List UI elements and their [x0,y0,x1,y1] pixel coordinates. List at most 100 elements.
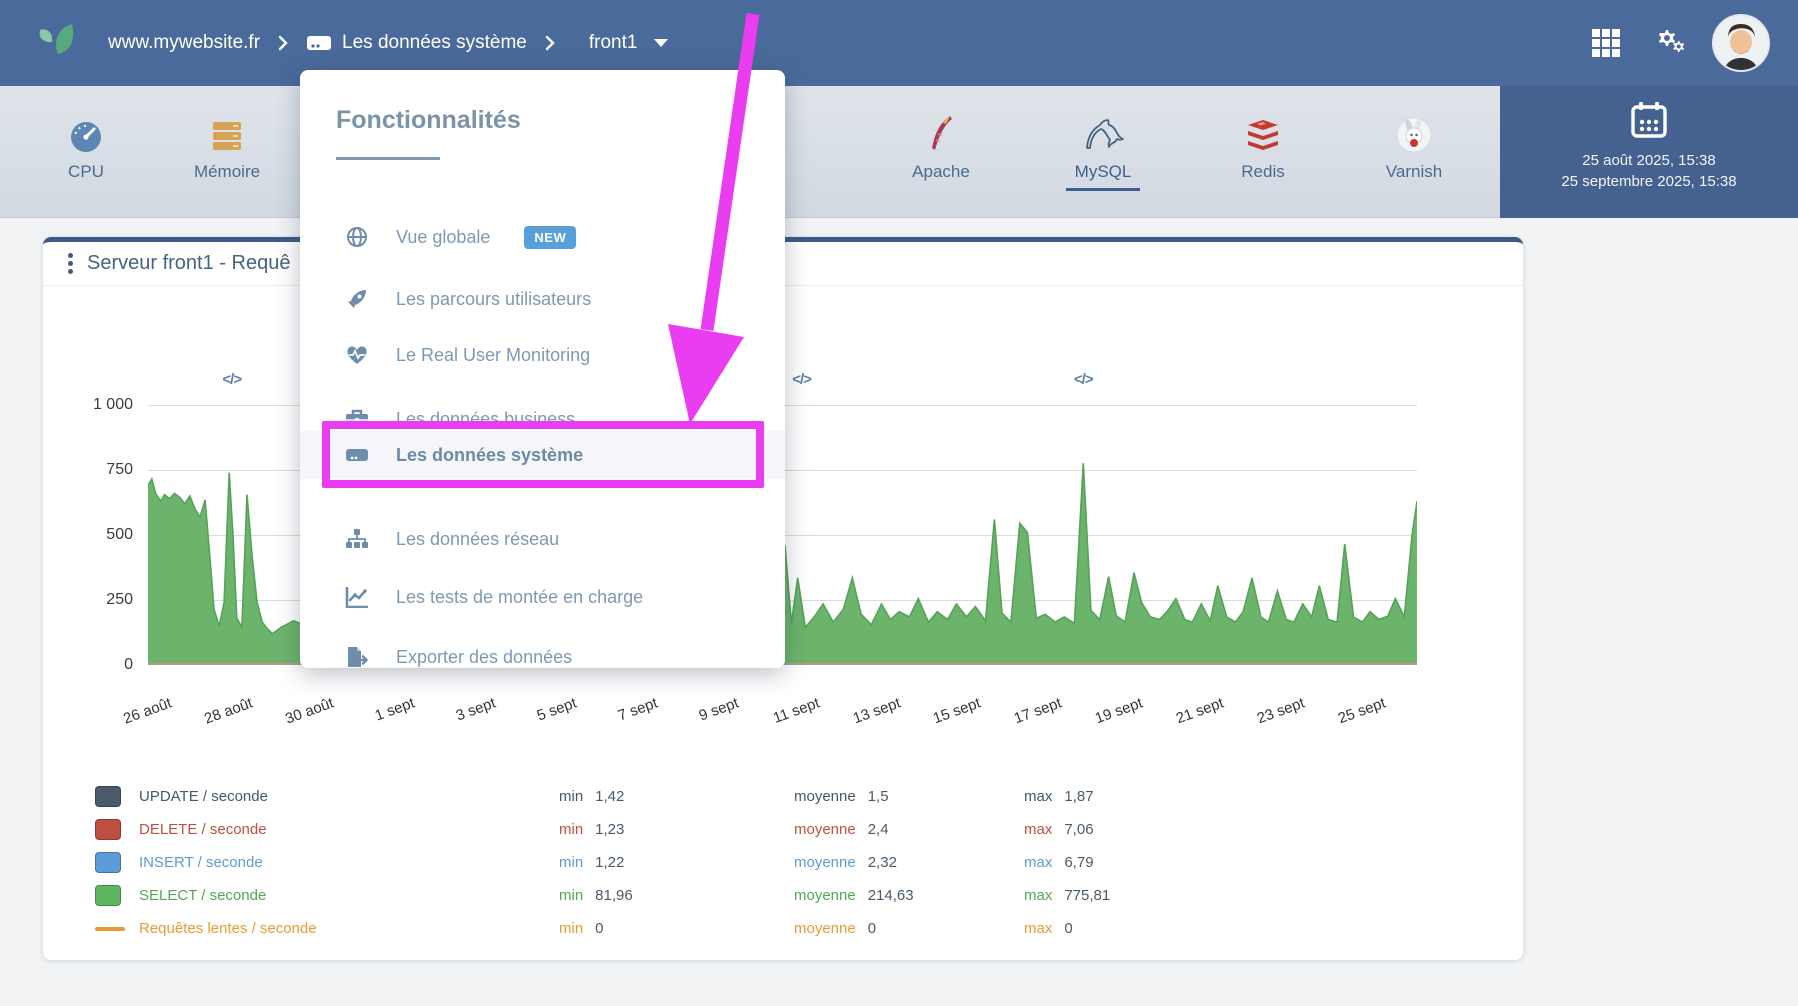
menu-item-le-real-user-monitoring[interactable]: Le Real User Monitoring [300,331,785,379]
menu-item-label: Les données système [396,445,583,466]
legend-stat-min: min81,96 [559,887,794,904]
x-tick-label: 26 août [78,695,174,744]
tab-label: MySQL [1033,162,1173,182]
tab-mysql[interactable]: MySQL [1033,110,1173,191]
stat-value: 0 [868,920,876,937]
x-tick-label: 21 sept [1130,695,1226,744]
menu-item-les-donnees-reseau[interactable]: Les données réseau [300,515,785,563]
x-tick-label: 25 sept [1292,695,1388,744]
top-navbar: www.mywebsite.fr Les données système fro… [0,0,1798,86]
stat-label: max [1024,920,1052,937]
gauge-icon [16,110,156,154]
stat-label: moyenne [794,821,856,838]
menu-item-les-donnees-systeme[interactable]: Les données système [300,431,785,479]
stat-label: max [1024,821,1052,838]
stat-value: 1,42 [595,788,624,805]
legend-stat-min: min0 [559,920,794,937]
stat-value: 1,87 [1064,788,1093,805]
stat-label: moyenne [794,920,856,937]
server-icon [344,445,370,465]
stat-value: 6,79 [1064,854,1093,871]
date-range-panel[interactable]: 25 août 2025, 15:38 25 septembre 2025, 1… [1500,86,1798,218]
legend-stat-min: min 1,22 [559,854,794,871]
stat-value: 1,23 [595,821,624,838]
menu-item-vue-globale[interactable]: Vue globale NEW [300,213,785,261]
menu-item-label: Vue globale [396,227,490,248]
kebab-menu-icon[interactable] [57,250,83,277]
menu-item-label: Les parcours utilisateurs [396,289,591,310]
legend-stat-max: max775,81 [1024,887,1475,904]
server-selector[interactable]: front1 [589,32,670,54]
chevron-right-icon [278,35,288,51]
tab-redis[interactable]: Redis [1193,110,1333,182]
stat-value: 1,5 [868,788,889,805]
x-tick-label: 7 sept [563,695,659,744]
legend-row-insert[interactable]: INSERT / secondemin 1,22 moyenne 2,32 max 6,7… [95,846,1475,879]
briefcase-icon [344,408,370,430]
tab-label: Redis [1193,162,1333,182]
breadcrumb-section[interactable]: Les données système [306,32,527,54]
x-tick-label: 1 sept [321,695,417,744]
legend-row-requ-tes-lentes[interactable]: Requêtes lentes / secondemin0moyenne0max… [95,912,1475,945]
legend-swatch-icon [95,852,121,873]
menu-item-exporter-des-donnees[interactable]: Exporter des données [300,633,785,681]
tab-mémoire[interactable]: Mémoire [157,110,297,182]
chartline-icon [344,586,370,608]
app-root: www.mywebsite.fr Les données système fro… [0,0,1798,1006]
menu-item-les-parcours-utilisateurs[interactable]: Les parcours utilisateurs [300,275,785,323]
code-deploy-marker-icon: </> [222,371,241,388]
new-badge: NEW [524,226,576,249]
gears-icon[interactable] [1650,25,1686,61]
x-tick-label: 13 sept [806,695,902,744]
legend-swatch-icon [95,786,121,807]
breadcrumb: www.mywebsite.fr Les données système fro… [108,32,669,54]
y-tick-label: 750 [53,461,133,479]
legend-stat-avg: moyenne 0 [794,920,1024,937]
y-tick-label: 250 [53,591,133,609]
y-tick-label: 500 [53,526,133,544]
breadcrumb-site[interactable]: www.mywebsite.fr [108,32,260,54]
stat-label: min [559,821,583,838]
x-tick-label: 19 sept [1049,695,1145,744]
stat-label: moyenne [794,854,856,871]
stat-value: 0 [1064,920,1072,937]
legend-label: INSERT / seconde [139,854,559,871]
legend-stat-max: max 7,06 [1024,821,1475,838]
legend-stat-min: min1,42 [559,788,794,805]
legend-stat-max: max 0 [1024,920,1475,937]
legend-row-delete[interactable]: DELETE / secondemin1,23moyenne2,4max7,06 [95,813,1475,846]
stat-value: 7,06 [1064,821,1093,838]
tab-cpu[interactable]: CPU [16,110,156,182]
stat-label: max [1024,887,1052,904]
stat-label: max [1024,854,1052,871]
calendar-icon [1629,100,1669,140]
globe-icon [344,226,370,248]
legend-stat-avg: moyenne1,5 [794,788,1024,805]
stat-label: min [559,854,583,871]
legend-row-select[interactable]: SELECT / secondemin81,96moyenne214,63max… [95,879,1475,912]
avatar[interactable] [1712,14,1770,72]
menu-item-label: Les données réseau [396,529,559,550]
legend-swatch-icon [95,819,121,840]
tab-varnish[interactable]: Varnish [1344,110,1484,182]
redis-icon [1193,110,1333,154]
menu-item-les-tests-de-montee-en-charge[interactable]: Les tests de montée en charge [300,573,785,621]
legend-row-update[interactable]: UPDATE / secondemin1,42moyenne1,5max1,87 [95,780,1475,813]
stat-value: 2,32 [868,854,897,871]
x-tick-label: 30 août [240,695,336,744]
code-deploy-marker-icon: </> [1074,371,1093,388]
apps-grid-icon[interactable] [1588,25,1624,61]
tab-apache[interactable]: Apache [871,110,1011,182]
tab-label: Mémoire [157,162,297,182]
metric-tabs-bar: CPUMémoire Apache MySQL Redis Varnish 25 aoû… [0,86,1798,218]
legend-label: Requêtes lentes / seconde [139,920,559,937]
chart-title: Serveur front1 - Requê [87,252,290,275]
x-axis-ticks: 26 août28 août30 août1 sept3 sept5 sept7… [148,680,1417,740]
menu-item-label: Les données business [396,409,575,430]
legend-label: DELETE / seconde [139,821,559,838]
legend-stat-max: max1,87 [1024,788,1475,805]
features-dropdown: Fonctionnalités Vue globaleNEWLes parcou… [300,70,785,668]
x-tick-label: 5 sept [483,695,579,744]
chart-legend: UPDATE / secondemin1,42moyenne1,5max1,87… [95,780,1475,945]
stat-value: 1,22 [595,854,624,871]
